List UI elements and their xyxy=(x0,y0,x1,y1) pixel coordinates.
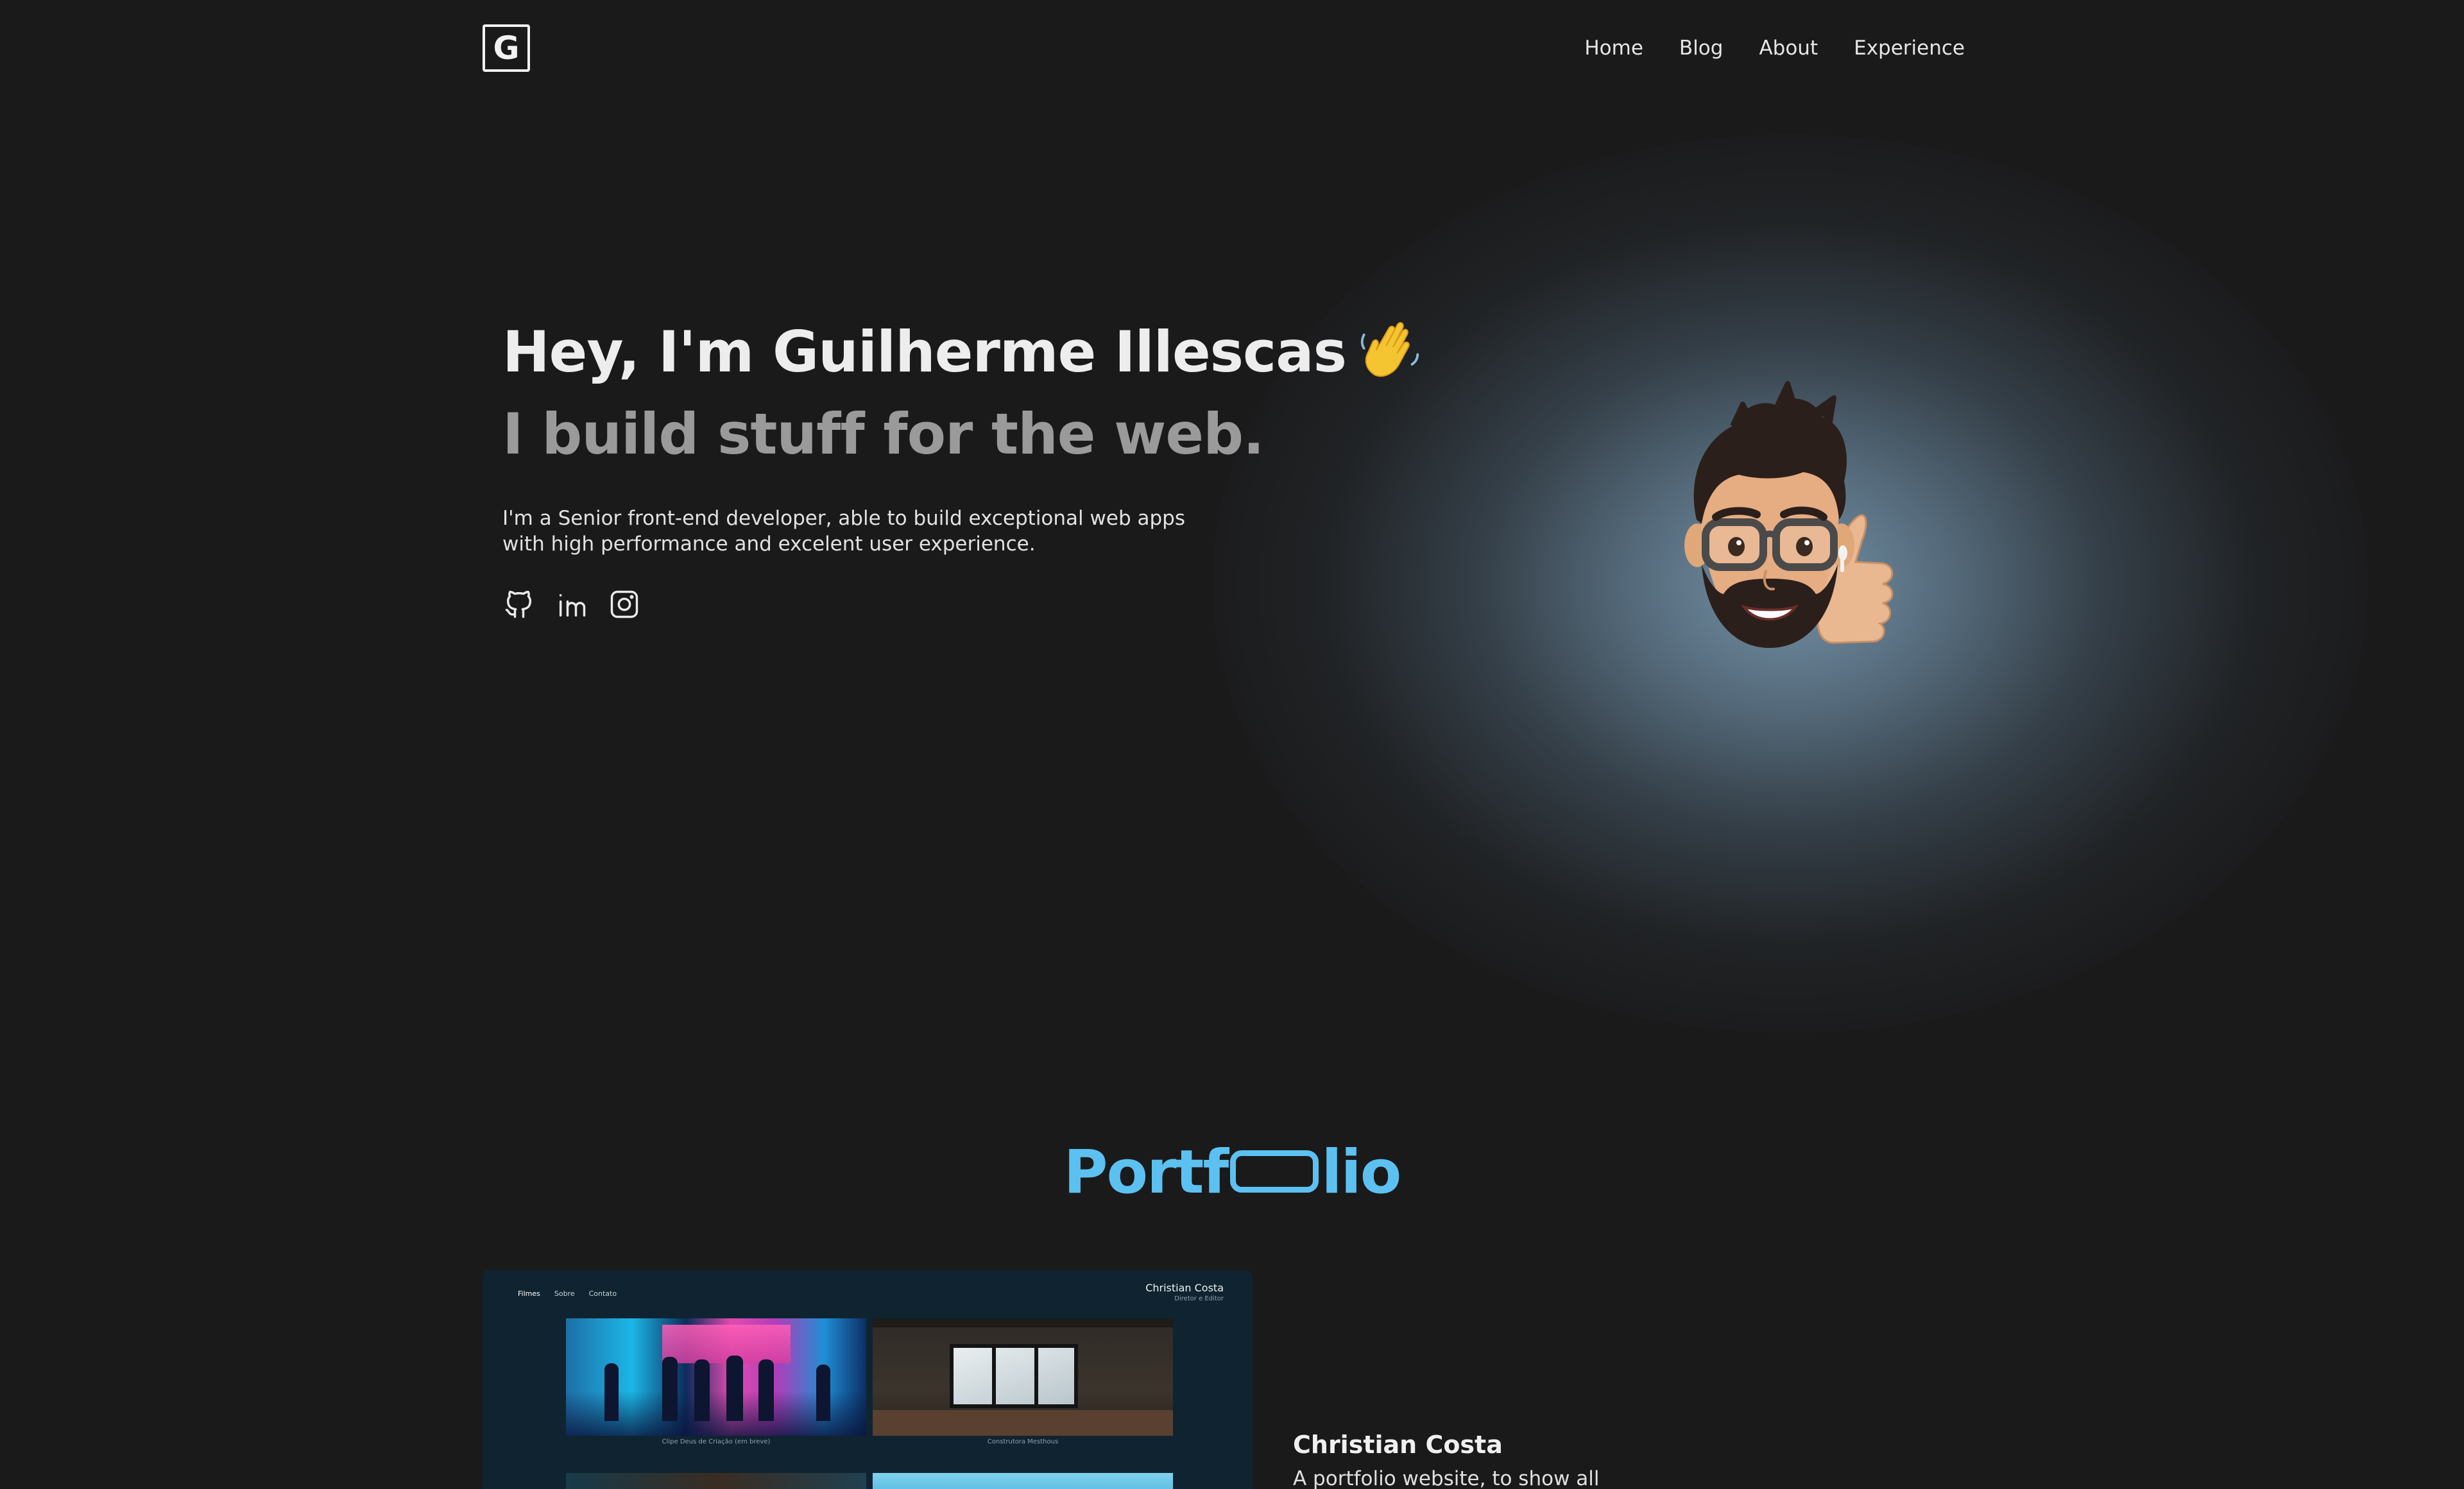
screenshot-nav: Filmes Sobre Contato xyxy=(518,1289,617,1298)
linkedin-icon[interactable] xyxy=(555,588,588,621)
screenshot-brand-name: Christian Costa xyxy=(1145,1282,1224,1294)
memoji-avatar-icon xyxy=(1630,372,1976,719)
nav-blog[interactable]: Blog xyxy=(1679,32,1724,64)
site-header: G Home Blog About Experience xyxy=(483,24,1965,72)
nav-experience[interactable]: Experience xyxy=(1854,32,1965,64)
screenshot-tile-lower-left xyxy=(566,1473,866,1489)
screenshot-caption: Clipe Deus de Criação (em breve) xyxy=(662,1438,771,1445)
site-logo[interactable]: G xyxy=(483,24,530,72)
nav-home[interactable]: Home xyxy=(1584,32,1643,64)
hero-greeting-text: Hey, I'm Guilherme Illescas xyxy=(502,319,1347,385)
project-info: Christian Costa A portfolio website, to … xyxy=(1293,1429,1627,1489)
hero-greeting: Hey, I'm Guilherme Illescas xyxy=(502,314,1419,396)
screenshot-nav-item: Sobre xyxy=(554,1289,575,1298)
screenshot-nav-item: Filmes xyxy=(518,1289,540,1298)
social-links xyxy=(502,588,1401,621)
project-title[interactable]: Christian Costa xyxy=(1293,1429,1627,1460)
nav-about[interactable]: About xyxy=(1759,32,1818,64)
hero-section: Hey, I'm Guilherme Illescas I build stuf… xyxy=(502,314,1419,621)
screenshot-tile-lower-right xyxy=(873,1473,1173,1489)
hero-tagline: I build stuff for the web. xyxy=(502,401,1265,467)
hero-description: I'm a Senior front-end developer, able t… xyxy=(502,507,1185,556)
screenshot-caption: Construtora Mesthous xyxy=(987,1438,1059,1445)
instagram-icon[interactable] xyxy=(608,588,641,621)
portfolio-heading-end: lio xyxy=(1321,1137,1401,1207)
github-icon[interactable] xyxy=(502,588,536,621)
screenshot-brand: Christian Costa Diretor e Editor xyxy=(1145,1282,1224,1302)
project-description: A portfolio website, to show all xyxy=(1293,1467,1600,1489)
portfolio-heading-start: Portf xyxy=(1063,1137,1229,1207)
screenshot-nav-item: Contato xyxy=(588,1289,617,1298)
main-nav: Home Blog About Experience xyxy=(1584,32,1965,64)
screenshot-brand-subtitle: Diretor e Editor xyxy=(1174,1295,1224,1302)
portfolio-o-shape xyxy=(1230,1150,1319,1193)
project-screenshot[interactable]: Filmes Sobre Contato Christian Costa Dir… xyxy=(483,1270,1253,1489)
screenshot-tile-interior xyxy=(873,1318,1173,1436)
portfolio-heading: Portf lio xyxy=(0,1134,2464,1211)
screenshot-tile-concert xyxy=(566,1318,866,1436)
wave-icon xyxy=(1359,316,1421,396)
